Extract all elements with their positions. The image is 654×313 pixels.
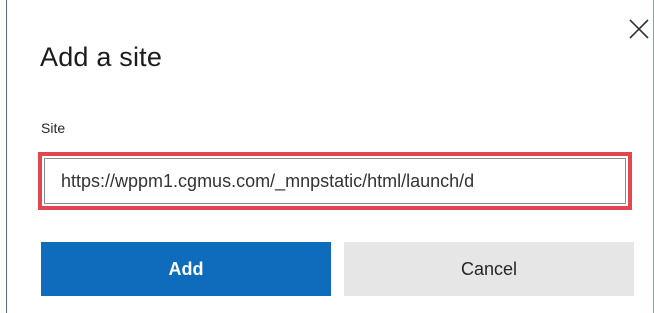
add-site-dialog: Add a site Site Add Cancel xyxy=(0,0,654,313)
site-field-label: Site xyxy=(41,120,66,136)
cancel-button[interactable]: Cancel xyxy=(344,242,634,296)
site-url-input[interactable] xyxy=(44,158,626,204)
close-icon[interactable] xyxy=(624,14,654,44)
dialog-left-border xyxy=(6,0,7,313)
dialog-title: Add a site xyxy=(40,42,163,72)
add-button[interactable]: Add xyxy=(41,242,331,296)
